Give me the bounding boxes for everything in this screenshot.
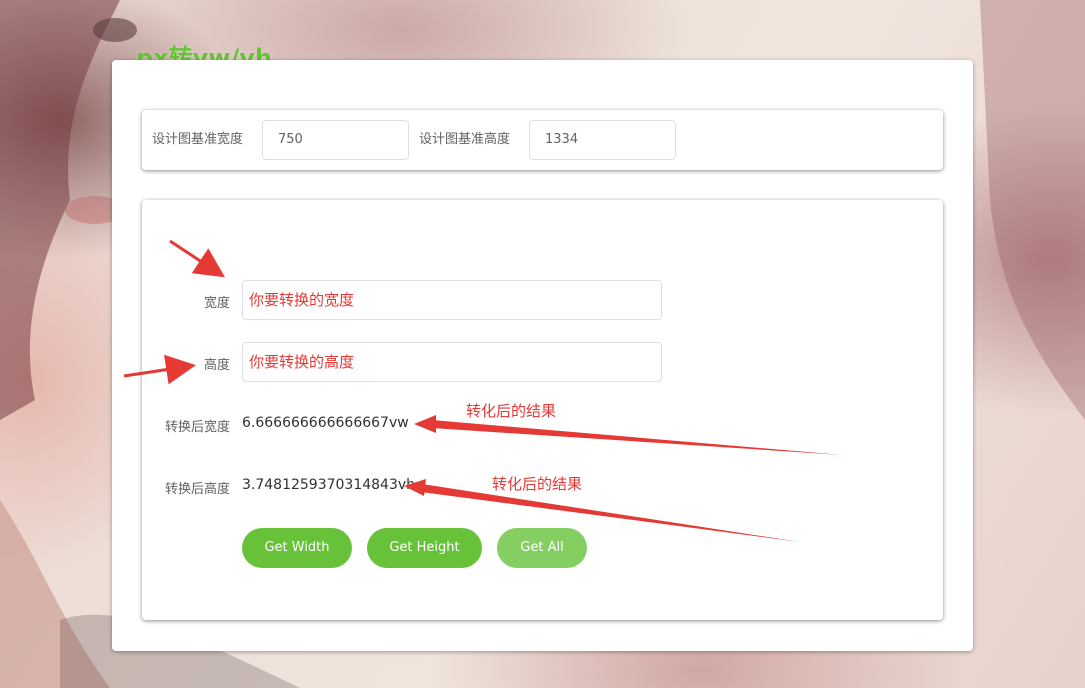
result-annotation-height: 转化后的结果 [492, 475, 583, 493]
get-height-button[interactable]: Get Height [367, 528, 482, 568]
design-height-input[interactable]: 1334 [529, 120, 676, 160]
width-label: 宽度 [203, 296, 230, 311]
result-annotation-width: 转化后的结果 [466, 402, 557, 420]
width-input[interactable]: 你要转换的宽度 [242, 280, 662, 320]
design-settings-panel: 设计图基准宽度 750 设计图基准高度 1334 [142, 110, 943, 170]
design-height-label: 设计图基准高度 [419, 132, 511, 147]
design-width-label: 设计图基准宽度 [152, 132, 244, 147]
height-label: 高度 [203, 358, 230, 373]
result-height-value: 3.7481259370314843vh [242, 477, 416, 493]
design-width-input[interactable]: 750 [262, 120, 409, 160]
result-height-label: 转换后高度 [164, 482, 230, 497]
get-all-button[interactable]: Get All [497, 528, 587, 568]
result-width-label: 转换后宽度 [164, 420, 230, 435]
height-input[interactable]: 你要转换的高度 [242, 342, 662, 382]
result-width-value: 6.666666666666667vw [242, 415, 409, 431]
get-width-button[interactable]: Get Width [242, 528, 352, 568]
